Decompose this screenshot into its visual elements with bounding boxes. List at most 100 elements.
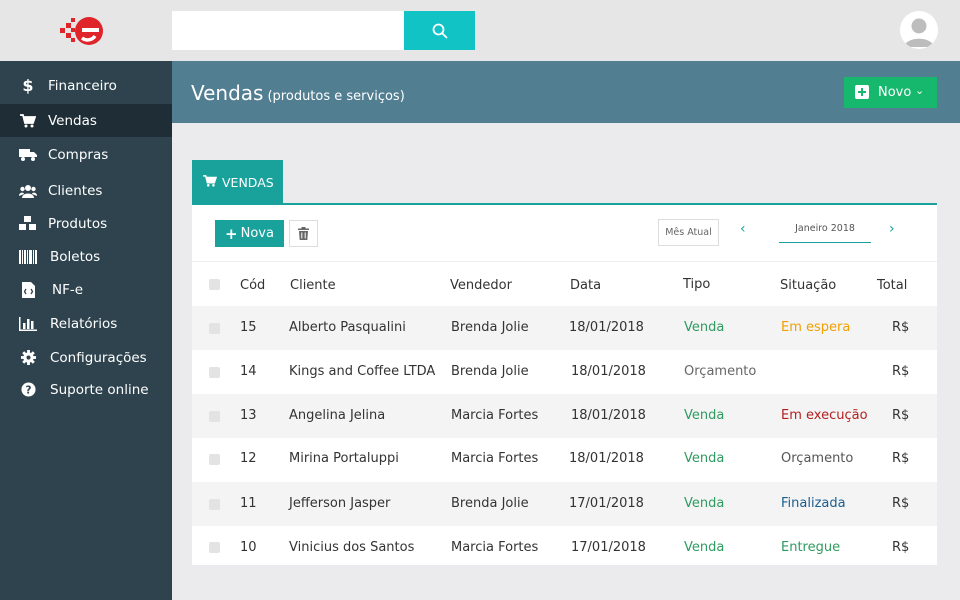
cell-cliente: Vinicius dos Santos <box>289 540 415 555</box>
bar-chart-icon <box>18 314 38 334</box>
cell-total: R$ <box>892 364 910 379</box>
page-subtitle: (produtos e serviços) <box>267 89 405 104</box>
top-bar <box>0 0 960 61</box>
cell-cod: 10 <box>240 540 257 555</box>
page-title: Vendas (produtos e serviços) <box>191 81 405 105</box>
new-button-label: Novo <box>878 85 912 100</box>
cell-situacao: Entregue <box>781 540 841 555</box>
sidebar-item-financeiro[interactable]: $ Financeiro <box>0 69 172 102</box>
cell-cliente: Angelina Jelina <box>289 408 386 423</box>
cell-cod: 15 <box>240 320 257 335</box>
avatar[interactable] <box>900 11 938 49</box>
column-header-data[interactable]: Data <box>570 278 601 293</box>
cell-data: 18/01/2018 <box>571 408 646 423</box>
sidebar-item-relatorios[interactable]: Relatórios <box>0 307 172 340</box>
search-button[interactable] <box>404 11 475 50</box>
sidebar-item-label: Clientes <box>48 182 103 199</box>
sidebar: $ Financeiro Vendas Compras Clientes Pro… <box>0 61 172 600</box>
chevron-left-icon[interactable]: ‹ <box>740 221 746 237</box>
sidebar-item-label: Compras <box>48 146 109 163</box>
month-selector[interactable]: Janeiro 2018 <box>779 219 871 243</box>
sidebar-item-label: Suporte online <box>50 381 149 398</box>
sidebar-item-produtos[interactable]: Produtos <box>0 207 172 240</box>
current-month-button[interactable]: Mês Atual <box>658 219 719 246</box>
sidebar-item-label: Configurações <box>50 349 147 366</box>
svg-text:?: ? <box>25 384 31 396</box>
cart-icon <box>203 175 218 190</box>
cell-cliente: Mirina Portaluppi <box>289 451 399 466</box>
row-checkbox[interactable] <box>209 499 220 510</box>
cell-cod: 11 <box>240 496 257 511</box>
sidebar-item-clientes[interactable]: Clientes <box>0 174 172 207</box>
table-header: Cód Cliente Vendedor Data Tipo Situação … <box>192 261 937 306</box>
plus-square-icon <box>855 85 869 99</box>
sidebar-item-label: Boletos <box>50 248 101 265</box>
chevron-down-icon: ⌄ <box>915 84 925 97</box>
table-row[interactable]: 13 Angelina Jelina Marcia Fortes 18/01/2… <box>192 394 937 438</box>
row-checkbox[interactable] <box>209 454 220 465</box>
cell-cliente: Alberto Pasqualini <box>289 320 406 335</box>
table-row[interactable]: 15 Alberto Pasqualini Brenda Jolie 18/01… <box>192 306 937 350</box>
question-circle-icon: ? <box>18 380 38 400</box>
column-header-cod[interactable]: Cód <box>240 278 265 293</box>
sidebar-item-label: Produtos <box>48 215 108 232</box>
cell-tipo: Venda <box>684 540 725 555</box>
cell-tipo: Venda <box>684 408 725 423</box>
row-checkbox[interactable] <box>209 367 220 378</box>
cell-cod: 14 <box>240 364 257 379</box>
cell-vendedor: Marcia Fortes <box>451 451 539 466</box>
select-all-checkbox[interactable] <box>209 279 220 290</box>
sidebar-item-label: NF-e <box>52 281 84 298</box>
column-header-situacao[interactable]: Situação <box>780 278 836 293</box>
sidebar-item-label: Financeiro <box>48 77 117 94</box>
cell-total: R$ <box>892 451 910 466</box>
table-row[interactable]: 10 Vinicius dos Santos Marcia Fortes 17/… <box>192 526 937 570</box>
delete-button[interactable] <box>289 220 318 247</box>
sidebar-item-vendas[interactable]: Vendas <box>0 104 172 137</box>
cell-cod: 13 <box>240 408 257 423</box>
sidebar-item-label: Relatórios <box>50 315 118 332</box>
tab-vendas[interactable]: VENDAS <box>192 160 283 203</box>
cell-tipo: Orçamento <box>684 364 757 379</box>
cell-cliente: Jefferson Jasper <box>289 496 391 511</box>
search-input[interactable] <box>172 11 404 50</box>
cell-tipo: Venda <box>684 320 725 335</box>
add-sale-button[interactable]: + Nova <box>215 220 284 247</box>
table-row[interactable]: 11 Jefferson Jasper Brenda Jolie 17/01/2… <box>192 482 937 526</box>
plus-icon: + <box>225 224 238 243</box>
row-checkbox[interactable] <box>209 323 220 334</box>
truck-icon <box>18 145 38 165</box>
cell-data: 18/01/2018 <box>569 451 644 466</box>
cell-data: 17/01/2018 <box>569 496 644 511</box>
cell-total: R$ <box>892 540 910 555</box>
sidebar-item-compras[interactable]: Compras <box>0 138 172 171</box>
gear-icon <box>18 348 38 368</box>
chevron-right-icon[interactable]: › <box>889 221 895 237</box>
table-row[interactable]: 14 Kings and Coffee LTDA Brenda Jolie 18… <box>192 350 937 394</box>
logo[interactable] <box>58 12 106 50</box>
column-header-cliente[interactable]: Cliente <box>290 278 336 293</box>
cell-total: R$ <box>892 320 910 335</box>
column-header-vendedor[interactable]: Vendedor <box>450 278 512 293</box>
sidebar-item-boletos[interactable]: Boletos <box>0 240 172 273</box>
dollar-icon: $ <box>22 76 34 95</box>
sidebar-item-suporte[interactable]: ? Suporte online <box>0 373 172 406</box>
cell-vendedor: Brenda Jolie <box>451 496 529 511</box>
sales-panel: + Nova Mês Atual ‹ Janeiro 2018 › Cód Cl… <box>192 205 937 565</box>
row-checkbox[interactable] <box>209 411 220 422</box>
cell-vendedor: Brenda Jolie <box>451 364 529 379</box>
cell-situacao: Em espera <box>781 320 851 335</box>
column-header-tipo[interactable]: Tipo <box>683 277 710 292</box>
cell-data: 17/01/2018 <box>571 540 646 555</box>
new-button[interactable]: Novo ⌄ <box>844 77 937 108</box>
row-checkbox[interactable] <box>209 542 220 553</box>
sidebar-item-nfe[interactable]: NF-e <box>0 273 172 306</box>
cell-situacao: Finalizada <box>781 496 846 511</box>
table-row[interactable]: 12 Mirina Portaluppi Marcia Fortes 18/01… <box>192 438 937 482</box>
cart-icon <box>18 111 38 131</box>
sidebar-item-configuracoes[interactable]: Configurações <box>0 341 172 374</box>
users-icon <box>18 181 38 201</box>
barcode-icon <box>18 247 38 267</box>
cell-situacao: Em execução <box>781 408 868 423</box>
column-header-total[interactable]: Total <box>877 278 907 293</box>
